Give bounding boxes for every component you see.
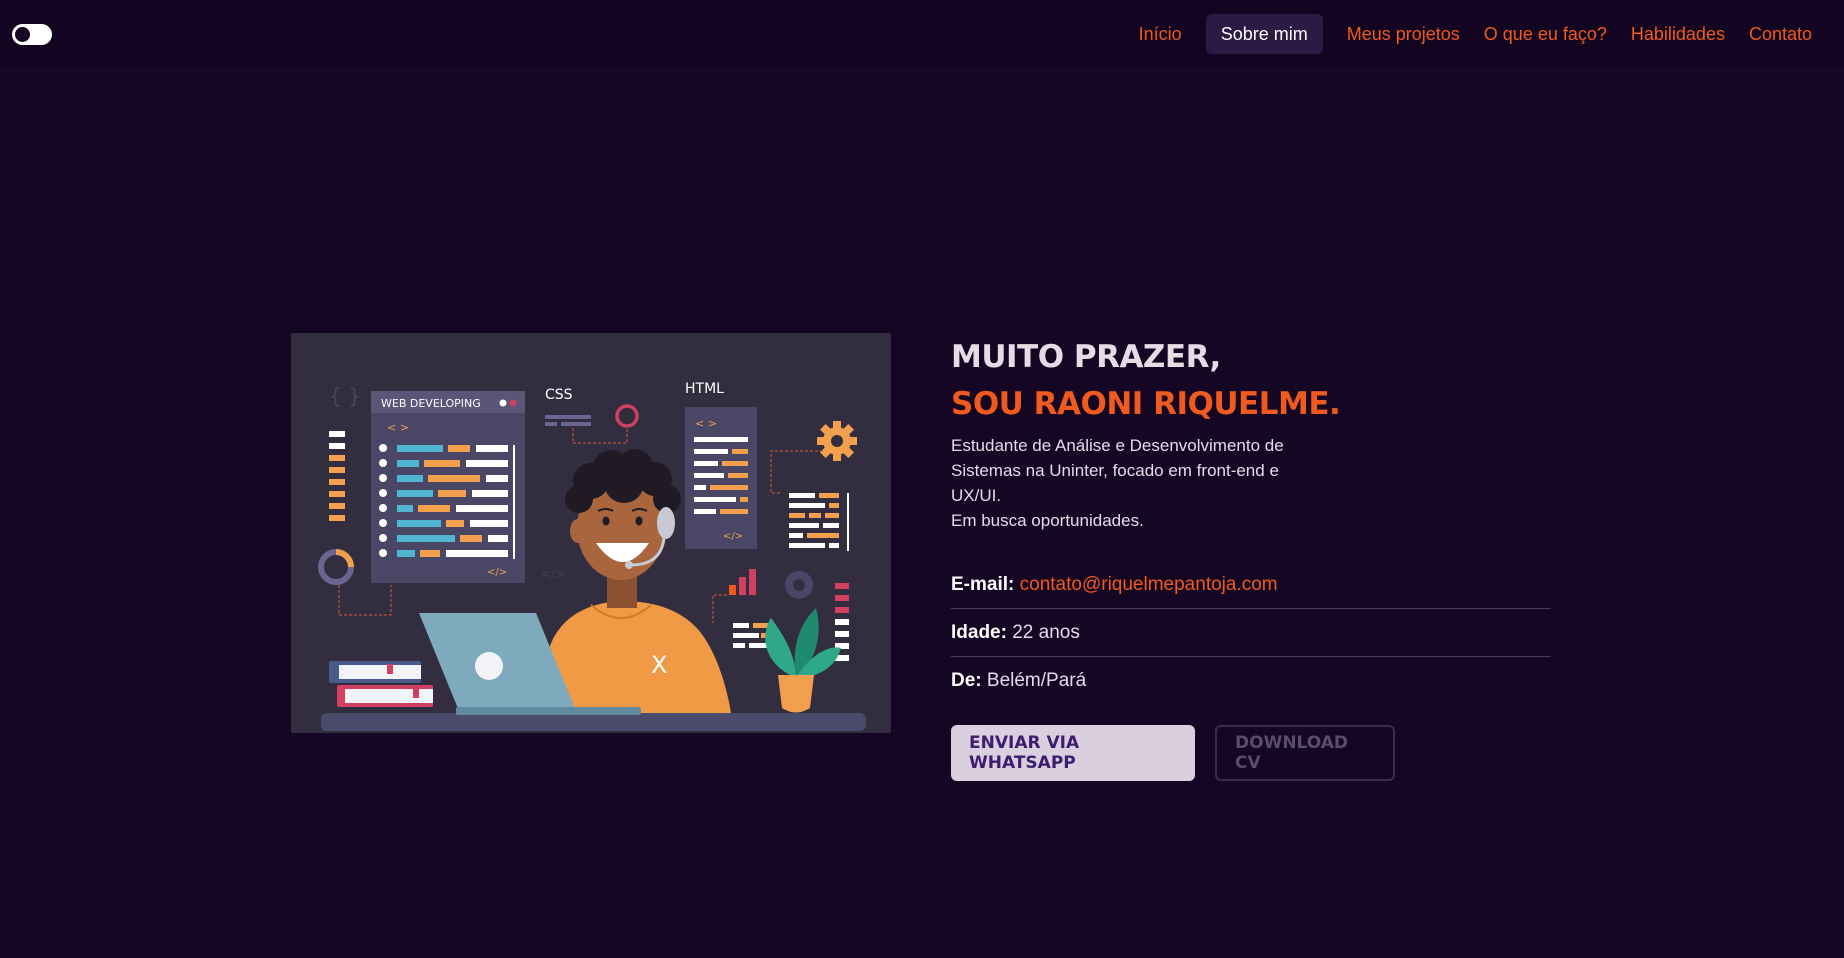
web-developing-panel: WEB DEVELOPING < > </> bbox=[371, 391, 525, 583]
name-heading: SOU RAONI RIQUELME. bbox=[951, 386, 1341, 422]
html-label: HTML bbox=[685, 381, 724, 397]
email-link[interactable]: contato@riquelmepantoja.com bbox=[1020, 574, 1278, 595]
whatsapp-button[interactable]: ENVIAR VIA WHATSAPP bbox=[951, 725, 1195, 781]
description-text: Estudante de Análise e Desenvolvimento d… bbox=[951, 436, 1284, 505]
illustration-svg: { } WEB DEVELOPING < > </> CSS HTML < > … bbox=[318, 381, 866, 731]
nav-link-o-que-eu-faco[interactable]: O que eu faço? bbox=[1472, 14, 1619, 54]
theme-toggle[interactable] bbox=[12, 24, 52, 45]
main-nav: Início Sobre mim Meus projetos O que eu … bbox=[1127, 14, 1824, 54]
email-label: E-mail: bbox=[951, 574, 1015, 595]
greeting-heading: MUITO PRAZER, bbox=[951, 339, 1221, 375]
ring-icon bbox=[615, 404, 639, 428]
about-section: MUITO PRAZER, SOU RAONI RIQUELME. Estuda… bbox=[951, 335, 1551, 781]
age-value: 22 anos bbox=[1012, 622, 1080, 643]
desk bbox=[321, 713, 866, 731]
location-label: De: bbox=[951, 670, 982, 691]
left-bar-stack bbox=[329, 431, 345, 521]
nav-link-contato[interactable]: Contato bbox=[1737, 14, 1824, 54]
code-lines-right bbox=[789, 493, 849, 551]
mini-bar-chart-icon bbox=[729, 569, 756, 595]
html-close-tag: </> bbox=[723, 531, 743, 542]
plant-icon bbox=[765, 608, 841, 713]
nav-link-sobre-mim[interactable]: Sobre mim bbox=[1205, 14, 1323, 54]
faint-tag: </> bbox=[541, 567, 565, 581]
panel-close-tag: </> bbox=[487, 567, 507, 578]
nav-link-inicio[interactable]: Início bbox=[1127, 14, 1194, 54]
donut-chart-icon bbox=[318, 549, 354, 585]
nav-link-meus-projetos[interactable]: Meus projetos bbox=[1335, 14, 1472, 54]
site-header: Início Sobre mim Meus projetos O que eu … bbox=[0, 0, 1844, 68]
email-row: E-mail: contato@riquelmepantoja.com bbox=[951, 561, 1551, 609]
css-label: CSS bbox=[545, 387, 573, 403]
nav-link-habilidades[interactable]: Habilidades bbox=[1619, 14, 1737, 54]
location-row: De: Belém/Pará bbox=[951, 657, 1551, 705]
location-value: Belém/Pará bbox=[986, 670, 1087, 691]
action-buttons: ENVIAR VIA WHATSAPP DOWNLOAD CV bbox=[951, 725, 1551, 781]
panel-title: WEB DEVELOPING bbox=[381, 397, 481, 410]
html-panel: < > </> bbox=[685, 407, 757, 549]
shirt-mark: X bbox=[651, 651, 667, 679]
braces-text: { } bbox=[329, 384, 361, 408]
download-cv-button[interactable]: DOWNLOAD CV bbox=[1215, 725, 1395, 781]
developer-illustration: { } WEB DEVELOPING < > </> CSS HTML < > … bbox=[291, 333, 891, 733]
age-label: Idade: bbox=[951, 622, 1007, 643]
books-icon bbox=[329, 661, 433, 707]
html-open-tag: < > bbox=[695, 417, 717, 430]
panel-open-tag: < > bbox=[387, 421, 409, 434]
info-rows: E-mail: contato@riquelmepantoja.com Idad… bbox=[951, 561, 1551, 705]
gear-icon bbox=[817, 421, 857, 461]
description-text-2: Em busca oportunidades. bbox=[951, 511, 1144, 530]
toggle-knob bbox=[15, 27, 30, 42]
age-row: Idade: 22 anos bbox=[951, 609, 1551, 657]
